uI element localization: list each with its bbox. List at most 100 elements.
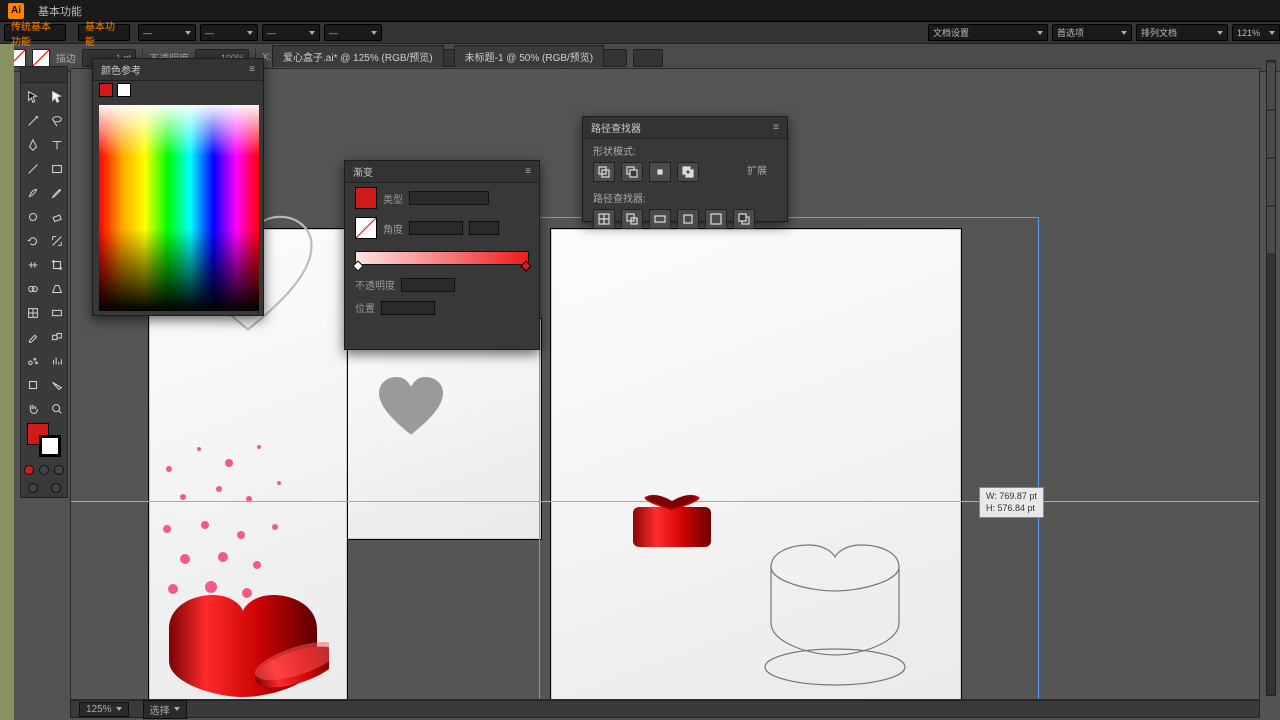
grad-opacity-field[interactable] (401, 278, 455, 292)
drag-tooltip: W: 769.87 pt H: 576.84 pt (979, 487, 1044, 518)
pf-title: 路径查找器 (591, 120, 641, 135)
pf-expand[interactable]: 扩展 (747, 162, 777, 182)
pf-outline[interactable] (705, 209, 727, 229)
pf-trim[interactable] (621, 209, 643, 229)
panel-menu-icon[interactable]: ≡ (525, 166, 531, 177)
grad-loc-field[interactable] (381, 301, 435, 315)
menu-preset-1[interactable]: — (138, 24, 196, 41)
gradient-panel[interactable]: 渐变 ≡ 类型 角度 不透明度 位置 (344, 160, 540, 350)
brush-tool[interactable] (21, 181, 45, 205)
slice-tool[interactable] (45, 373, 69, 397)
symbol-spray-tool[interactable] (21, 349, 45, 373)
color-panel[interactable]: 颜色参考 ≡ (92, 58, 264, 316)
gradient-tool[interactable] (45, 301, 69, 325)
color-panel-title: 颜色参考 (101, 62, 141, 77)
grad-loc-label: 位置 (355, 300, 375, 315)
pf-row1-label: 形状模式: (583, 139, 787, 158)
pf-crop[interactable] (677, 209, 699, 229)
mesh-tool[interactable] (21, 301, 45, 325)
panel-menu-icon[interactable]: ≡ (773, 122, 779, 133)
artboard-tool[interactable] (21, 373, 45, 397)
stroke-swatch[interactable] (32, 49, 50, 67)
menu-tab-left[interactable]: 传统基本功能 (4, 24, 66, 41)
screen-modes[interactable] (21, 479, 67, 497)
app-icon: Ai (8, 3, 24, 19)
menubar: 传统基本功能 基本功能 — — — — 文档设置 首选项 排列文档 121% (0, 22, 1280, 44)
gradient-thumb[interactable] (355, 187, 377, 209)
pen-tool[interactable] (21, 133, 45, 157)
shape-builder-tool[interactable] (21, 277, 45, 301)
grey-heart-art (371, 369, 451, 441)
menu-preset-4[interactable]: — (324, 24, 382, 41)
direct-select-tool[interactable] (45, 85, 69, 109)
panel-menu-icon[interactable]: ≡ (249, 64, 255, 75)
drag-wireframe (741, 537, 931, 697)
pencil-tool[interactable] (45, 181, 69, 205)
menu-arrange[interactable]: 排列文档 (1136, 24, 1228, 41)
perspective-tool[interactable] (45, 277, 69, 301)
status-zoom[interactable]: 125% (79, 702, 129, 717)
rect-tool[interactable] (45, 157, 69, 181)
menu-tab-right[interactable]: 基本功能 (78, 24, 130, 41)
drag-w: W: 769.87 pt (986, 491, 1037, 503)
grad-angle-field[interactable] (409, 221, 463, 235)
app-title: 基本功能 (38, 3, 82, 19)
gradient-slider[interactable] (355, 251, 529, 265)
right-dock[interactable] (1266, 60, 1276, 696)
lbl-stroke: 描边 (56, 50, 76, 65)
fill-stroke-indicator[interactable] (21, 421, 67, 461)
width-tool[interactable] (21, 253, 45, 277)
pf-exclude[interactable] (677, 162, 699, 182)
blend-tool[interactable] (45, 325, 69, 349)
status-tool[interactable]: 选择 (143, 700, 187, 719)
grad-opacity-label: 不透明度 (355, 277, 395, 292)
color-swatch-white[interactable] (117, 83, 131, 97)
draw-modes[interactable] (21, 461, 67, 479)
toolbox (20, 66, 68, 498)
eraser-tool[interactable] (45, 205, 69, 229)
menu-zoom[interactable]: 121% (1232, 24, 1280, 41)
blob-tool[interactable] (21, 205, 45, 229)
doc-tab-2[interactable]: 未标题-1 @ 50% (RGB/预览) (454, 45, 605, 67)
graph-tool[interactable] (45, 349, 69, 373)
pathfinder-panel[interactable]: 路径查找器 ≡ 形状模式: 扩展 路径查找器: (582, 116, 788, 222)
rotate-tool[interactable] (21, 229, 45, 253)
pf-minus-back[interactable] (733, 209, 755, 229)
gift-box-art (149, 569, 329, 699)
menu-preset-2[interactable]: — (200, 24, 258, 41)
document-tabs: 爱心盒子.ai* @ 125% (RGB/预览) 未标题-1 @ 50% (RG… (272, 46, 604, 66)
drag-heart-box[interactable] (633, 493, 711, 547)
menu-doc-setup[interactable]: 文档设置 (928, 24, 1048, 41)
free-transform-tool[interactable] (45, 253, 69, 277)
magic-wand-tool[interactable] (21, 109, 45, 133)
eyedropper-tool[interactable] (21, 325, 45, 349)
color-spectrum[interactable] (99, 105, 259, 311)
menu-preset-3[interactable]: — (262, 24, 320, 41)
gradient-edit-icon[interactable] (355, 217, 377, 239)
pf-minus-front[interactable] (621, 162, 643, 182)
grad-angle-label: 角度 (383, 221, 403, 236)
line-tool[interactable] (21, 157, 45, 181)
pf-intersect[interactable] (649, 162, 671, 182)
status-bar: 125% 选择 (70, 700, 1260, 718)
grad-aspect-field[interactable] (469, 221, 499, 235)
host-strip (0, 44, 14, 720)
misc-field-2[interactable] (633, 49, 663, 67)
pf-row2-label: 路径查找器: (583, 186, 787, 205)
pf-divide[interactable] (593, 209, 615, 229)
lasso-tool[interactable] (45, 109, 69, 133)
gradient-panel-title: 渐变 (353, 164, 373, 179)
color-swatch-red[interactable] (99, 83, 113, 97)
type-tool[interactable] (45, 133, 69, 157)
grad-type-field[interactable] (409, 191, 489, 205)
doc-tab-1[interactable]: 爱心盒子.ai* @ 125% (RGB/预览) (272, 45, 444, 67)
pf-merge[interactable] (649, 209, 671, 229)
hand-tool[interactable] (21, 397, 45, 421)
menu-pref[interactable]: 首选项 (1052, 24, 1132, 41)
zoom-tool[interactable] (45, 397, 69, 421)
pf-unite[interactable] (593, 162, 615, 182)
selection-tool[interactable] (21, 85, 45, 109)
titlebar: Ai 基本功能 (0, 0, 1280, 22)
grad-type-label: 类型 (383, 191, 403, 206)
scale-tool[interactable] (45, 229, 69, 253)
